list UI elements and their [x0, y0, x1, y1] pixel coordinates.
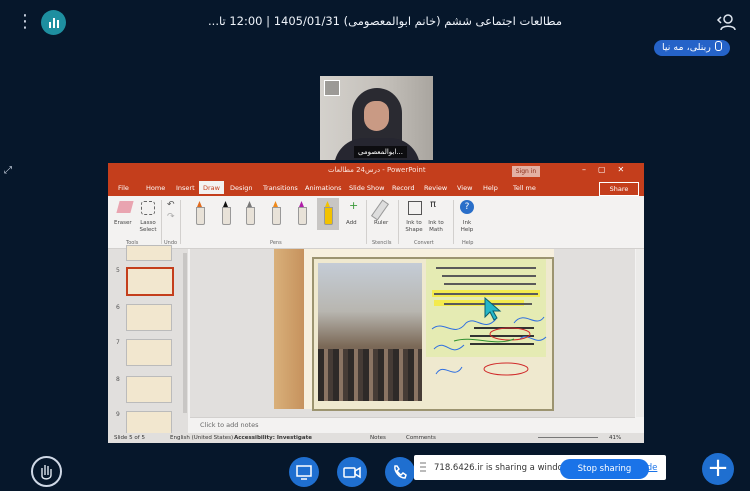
- group-help: Help: [462, 240, 474, 246]
- pen-orange-icon[interactable]: [196, 201, 205, 225]
- more-options-icon[interactable]: ⋮: [16, 12, 34, 32]
- eraser-icon[interactable]: [116, 201, 134, 213]
- slide-scrollbar[interactable]: [636, 249, 644, 417]
- slide-number: 7: [116, 339, 120, 346]
- group-convert: Convert: [414, 240, 434, 246]
- share-button[interactable]: Share: [599, 182, 639, 196]
- lasso-icon[interactable]: [141, 201, 155, 215]
- status-accessibility[interactable]: Accessibility: Investigate: [234, 435, 312, 441]
- highlighter-yellow-icon[interactable]: [324, 201, 333, 225]
- add-pen-icon[interactable]: +: [349, 199, 358, 212]
- webcam-tile[interactable]: ابوالمعصومی...: [320, 76, 433, 160]
- tab-review[interactable]: Review: [424, 184, 447, 192]
- ink-to-shape-icon[interactable]: [408, 201, 422, 215]
- window-controls[interactable]: –▢✕: [582, 165, 636, 174]
- connection-stats-button[interactable]: [41, 10, 66, 35]
- tab-view[interactable]: View: [457, 184, 472, 192]
- tab-help[interactable]: Help: [483, 184, 498, 192]
- tab-file[interactable]: File: [118, 184, 129, 192]
- sharing-notification-bar: 718.6426.ir is sharing a window. Stop sh…: [414, 455, 666, 480]
- meeting-title: مطالعات اجتماعی ششم (خانم ابوالمعصومی) 1…: [208, 14, 562, 28]
- slide-number: 8: [116, 376, 120, 383]
- group-stencils: Stencils: [372, 240, 392, 246]
- ink-to-math-icon[interactable]: π: [430, 199, 436, 210]
- ink-help-label: Ink Help: [460, 220, 474, 233]
- sharing-message: 718.6426.ir is sharing a window.: [434, 463, 572, 473]
- slide-number: 6: [116, 304, 120, 311]
- status-zoom-level: 41%: [609, 434, 622, 441]
- sign-in-button[interactable]: Sign in: [512, 166, 540, 177]
- ppt-titlebar: درس24 مطالعات - PowerPoint Sign in –▢✕: [108, 163, 644, 180]
- tell-me-search[interactable]: Tell me: [513, 184, 536, 192]
- slide-thumbnail-selected[interactable]: [126, 267, 174, 296]
- ink-to-shape-label: Ink to Shape: [405, 220, 423, 233]
- shared-screen: درس24 مطالعات - PowerPoint Sign in –▢✕ F…: [108, 163, 644, 443]
- notes-placeholder: Click to add notes: [200, 421, 259, 429]
- lasso-label: Lasso Select: [139, 220, 157, 233]
- add-pen-label: Add: [346, 220, 357, 226]
- pen-gray-icon[interactable]: [246, 201, 255, 225]
- ribbon-tabs: File Home Insert Draw Design Transitions…: [108, 180, 644, 196]
- presenter-indicator: ربنلی، مه نیا: [654, 40, 730, 56]
- raise-hand-button[interactable]: [31, 456, 62, 487]
- tab-home[interactable]: Home: [146, 184, 165, 192]
- presenter-name: ربنلی، مه نیا: [662, 42, 711, 53]
- pen-purple-icon[interactable]: [298, 201, 307, 225]
- hide-link[interactable]: Hide: [638, 463, 657, 473]
- microphone-icon: [714, 41, 722, 51]
- monitor-icon: [296, 465, 312, 480]
- zoom-slider[interactable]: [538, 437, 598, 438]
- notes-pane[interactable]: Click to add notes: [190, 417, 635, 432]
- stop-sharing-button[interactable]: Stop sharing: [560, 459, 649, 479]
- tab-insert[interactable]: Insert: [176, 184, 195, 192]
- thumbnails-scrollbar[interactable]: [183, 253, 187, 413]
- ruler-icon[interactable]: [370, 199, 390, 221]
- pointer-cursor-icon: [484, 297, 502, 321]
- users-list-icon[interactable]: [716, 13, 736, 31]
- actions-plus-button[interactable]: +: [702, 453, 734, 485]
- group-pens: Pens: [270, 240, 282, 246]
- tab-design[interactable]: Design: [230, 184, 252, 192]
- ink-help-icon[interactable]: ?: [460, 200, 474, 214]
- slide-thumbnail[interactable]: [126, 245, 172, 261]
- hand-icon: [41, 465, 52, 480]
- undo-icon[interactable]: ↶: [167, 200, 175, 210]
- tab-slide-show[interactable]: Slide Show: [349, 184, 384, 192]
- drag-handle-icon[interactable]: [420, 462, 426, 474]
- status-comments-button[interactable]: Comments: [406, 435, 436, 441]
- phone-icon: [394, 465, 407, 479]
- pen-orange2-icon[interactable]: [272, 201, 281, 225]
- slide-thumbnail[interactable]: [126, 339, 172, 366]
- eraser-label: Eraser: [114, 220, 132, 226]
- status-notes-button[interactable]: Notes: [370, 435, 386, 441]
- draw-ribbon: Eraser Lasso Select Tools ↶ ↷ Undo + Add…: [108, 196, 644, 249]
- fullscreen-icon[interactable]: ⤢: [4, 165, 16, 177]
- tab-animations[interactable]: Animations: [305, 184, 342, 192]
- tab-record[interactable]: Record: [392, 184, 414, 192]
- slide-thumbnail[interactable]: [126, 376, 172, 403]
- expand-icon[interactable]: [324, 80, 340, 96]
- webcam-name-label: ابوالمعصومی...: [354, 146, 407, 158]
- screen-share-button[interactable]: [289, 457, 319, 487]
- slide-number: 9: [116, 411, 120, 418]
- video-camera-icon: [343, 466, 361, 479]
- slide-thumbnail[interactable]: [126, 304, 172, 331]
- status-language: English (United States): [170, 434, 234, 441]
- tab-draw[interactable]: Draw: [199, 181, 224, 194]
- ink-to-math-label: Ink to Math: [428, 220, 444, 233]
- ppt-window-title: درس24 مطالعات - PowerPoint: [328, 166, 426, 174]
- top-bar: ⋮ مطالعات اجتماعی ششم (خانم ابوالمعصومی)…: [0, 0, 750, 44]
- ruler-label: Ruler: [374, 220, 389, 226]
- current-slide[interactable]: [274, 249, 554, 411]
- audio-button[interactable]: [385, 457, 415, 487]
- camera-button[interactable]: [337, 457, 367, 487]
- status-slide-count: Slide 5 of 5: [114, 434, 145, 441]
- tab-transitions[interactable]: Transitions: [263, 184, 298, 192]
- redo-icon[interactable]: ↷: [167, 212, 175, 222]
- slide-number: 5: [116, 267, 120, 274]
- ppt-status-bar: Slide 5 of 5 English (United States) Acc…: [108, 433, 644, 443]
- pen-black-icon[interactable]: [222, 201, 231, 225]
- slide-thumbnails-pane: 5 6 7 8 9: [108, 245, 188, 438]
